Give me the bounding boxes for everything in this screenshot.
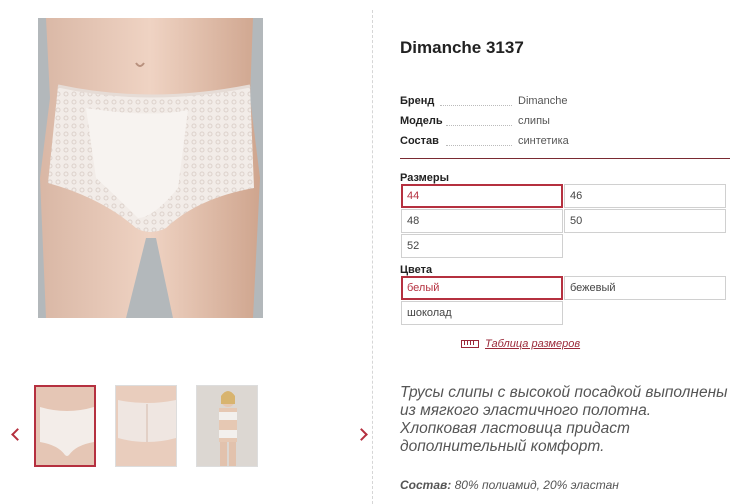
product-description: Трусы слипы с высокой посадкой выполнены… <box>400 384 728 455</box>
ruler-icon <box>461 340 479 348</box>
thumbnail-fullbody-image <box>197 386 257 466</box>
product-title: Dimanche 3137 <box>400 38 524 57</box>
thumbnail-fullbody[interactable] <box>196 385 258 467</box>
attribute-row-brand: Бренд Dimanche <box>400 95 730 111</box>
color-option-white[interactable]: белый <box>401 276 563 300</box>
sizes-label: Размеры <box>400 172 450 184</box>
attribute-key: Бренд <box>400 95 435 107</box>
attribute-value: слипы <box>518 115 550 127</box>
chevron-right-icon[interactable] <box>356 425 370 445</box>
attribute-value: синтетика <box>518 135 569 147</box>
attribute-value: Dimanche <box>518 95 568 107</box>
thumbnail-front-image <box>36 387 94 465</box>
column-divider <box>372 10 373 504</box>
attribute-key: Модель <box>400 115 443 127</box>
attribute-row-model: Модель слипы <box>400 115 730 131</box>
size-option-46[interactable]: 46 <box>564 184 726 208</box>
size-table-link-label: Таблица размеров <box>485 338 581 350</box>
main-product-image <box>38 18 263 318</box>
color-option-beige[interactable]: бежевый <box>564 276 726 300</box>
chevron-left-icon[interactable] <box>8 425 22 445</box>
size-table-link[interactable]: Таблица размеров <box>461 338 580 350</box>
composition-line: Состав: 80% полиамид, 20% эластан <box>400 478 619 492</box>
thumbnail-back[interactable] <box>115 385 177 467</box>
size-option-48[interactable]: 48 <box>401 209 563 233</box>
colors-label: Цвета <box>400 264 433 276</box>
size-option-44[interactable]: 44 <box>401 184 563 208</box>
product-photo <box>38 18 263 318</box>
size-option-52[interactable]: 52 <box>401 234 563 258</box>
thumbnail-back-image <box>116 386 176 466</box>
thumbnail-front[interactable] <box>34 385 96 467</box>
size-option-50[interactable]: 50 <box>564 209 726 233</box>
attribute-row-composition: Состав синтетика <box>400 135 730 151</box>
attribute-key: Состав <box>400 135 439 147</box>
attribute-dots <box>446 125 512 126</box>
color-option-chocolate[interactable]: шоколад <box>401 301 563 325</box>
section-divider <box>400 158 730 159</box>
composition-value: 80% полиамид, 20% эластан <box>454 478 619 492</box>
composition-label: Состав: <box>400 478 452 492</box>
attribute-dots <box>446 145 512 146</box>
attribute-dots <box>440 105 512 106</box>
